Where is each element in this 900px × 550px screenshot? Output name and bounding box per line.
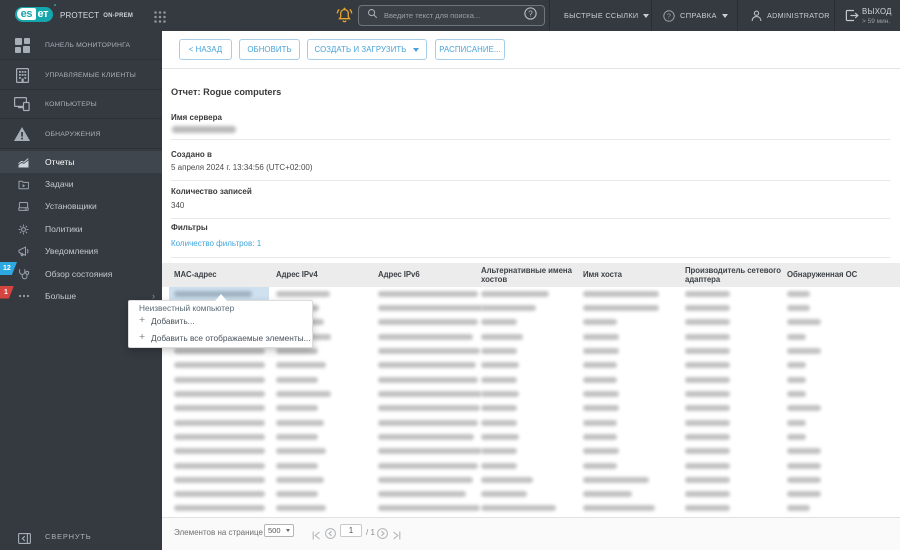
svg-text:?: ?	[667, 11, 671, 20]
svg-text:?: ?	[528, 9, 533, 18]
